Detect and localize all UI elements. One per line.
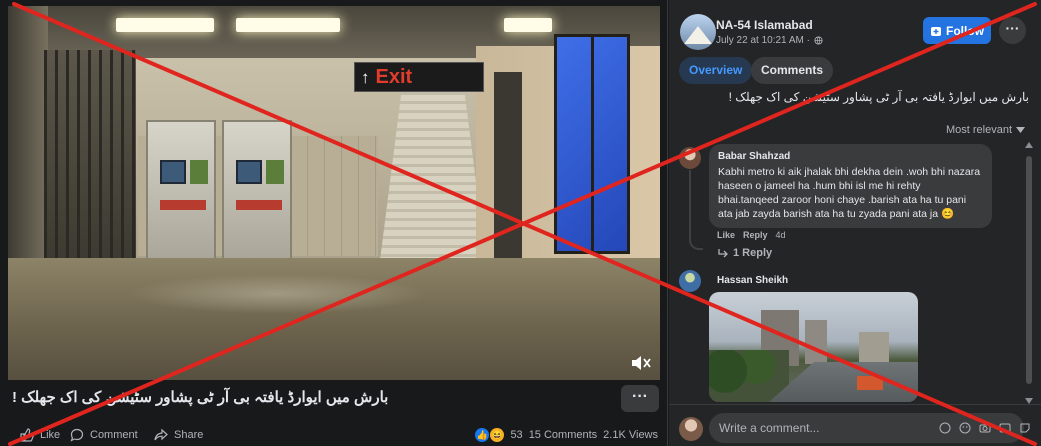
post-stats: 👍 😆 53 15 Comments 2.1K Views: [475, 428, 658, 442]
comment-icon: [70, 428, 84, 442]
comment-actions: Like Reply 4d: [717, 230, 786, 240]
globe-icon: [814, 36, 823, 45]
like-button[interactable]: Like: [20, 428, 60, 442]
composer-icons: [939, 421, 1031, 434]
post-more-button[interactable]: ···: [999, 17, 1026, 44]
add-page-icon: [931, 26, 941, 36]
emoji-icon[interactable]: [959, 421, 971, 434]
thumbs-up-icon: [20, 428, 34, 442]
comments-count[interactable]: 15 Comments: [529, 429, 597, 441]
photo-bus: [857, 376, 883, 390]
view-replies-link[interactable]: 1 Reply: [717, 247, 772, 259]
views-count: 2.1K Views: [603, 429, 658, 441]
replies-count: 1 Reply: [733, 247, 773, 259]
photo-trees: [709, 350, 789, 402]
like-reaction-icon: 👍: [475, 428, 490, 442]
comment-image[interactable]: [709, 292, 918, 402]
video-more-button[interactable]: ···: [621, 385, 659, 412]
video-player[interactable]: ↑ Exit: [8, 6, 660, 380]
comment-bubble: Babar Shahzad Kabhi metro ki aik jhalak …: [709, 144, 992, 228]
reaction-count[interactable]: 53: [510, 429, 522, 441]
haha-reaction-icon: 😆: [490, 428, 505, 442]
post-side-panel: NA-54 Islamabad July 22 at 10:21 AM · Fo…: [669, 0, 1041, 446]
ceiling-light: [504, 18, 552, 32]
photo-road: [769, 362, 918, 402]
comment-author[interactable]: Hassan Sheikh: [717, 275, 788, 286]
video-title-row: بارش میں ایوارڈ یافتہ بی آر ٹی پشاور سٹی…: [0, 380, 668, 418]
comment-composer: [669, 404, 1041, 446]
action-bar: Like Comment Share 👍 😆 53 15 Comments 2.…: [0, 422, 668, 446]
post-timestamp[interactable]: July 22 at 10:21 AM ·: [716, 35, 823, 46]
commenter-avatar[interactable]: [679, 270, 701, 292]
camera-icon[interactable]: [979, 421, 991, 433]
ticket-machine: [146, 120, 216, 260]
comment-timestamp[interactable]: 4d: [776, 230, 786, 240]
tab-comments[interactable]: Comments: [751, 57, 834, 84]
follow-button[interactable]: Follow: [923, 17, 991, 44]
scrollbar-thumb[interactable]: [1026, 156, 1032, 384]
video-scene-ripple: [128, 274, 428, 314]
photo-building: [805, 320, 827, 364]
photo-building: [859, 332, 889, 362]
video-scene-window: [554, 34, 630, 254]
sticker-face-icon[interactable]: [1019, 421, 1031, 433]
sticker-icon[interactable]: [939, 421, 951, 434]
page-avatar[interactable]: [680, 14, 716, 50]
ceiling-light: [236, 18, 340, 32]
post-time-text: July 22 at 10:21 AM ·: [716, 35, 810, 46]
scroll-up-icon[interactable]: [1025, 142, 1033, 148]
exit-sign: ↑ Exit: [354, 62, 484, 92]
like-label: Like: [40, 429, 61, 441]
commenter-avatar[interactable]: [679, 147, 701, 169]
share-icon: [154, 428, 168, 441]
ticket-machine: [222, 120, 292, 260]
reply-arrow-icon: [718, 249, 728, 258]
exit-sign-text: Exit: [375, 65, 413, 88]
post-caption: بارش میں ایوارڈ یافتہ بی آر ٹی پشاور سٹی…: [728, 90, 1029, 104]
video-pane: ↑ Exit بارش میں ایوارڈ یافتہ بی آر ٹی پش…: [0, 0, 668, 446]
reply-thread-line: [689, 170, 703, 250]
gif-icon[interactable]: [999, 421, 1011, 433]
share-label: Share: [174, 429, 204, 441]
comment-like-button[interactable]: Like: [717, 230, 735, 240]
follow-label: Follow: [946, 23, 984, 38]
comment-text: Kabhi metro ki aik jhalak bhi dekha dein…: [718, 166, 981, 220]
caret-down-icon: [1016, 127, 1025, 133]
comment-reply-button[interactable]: Reply: [743, 230, 768, 240]
tab-overview[interactable]: Overview: [679, 57, 753, 84]
video-scene-gate: [44, 50, 136, 260]
comment-sort-dropdown[interactable]: Most relevant: [946, 124, 1025, 136]
ceiling-light: [116, 18, 214, 32]
up-arrow-icon: ↑: [361, 67, 370, 87]
comment-label: Comment: [90, 429, 138, 441]
comment-button[interactable]: Comment: [70, 428, 138, 442]
comments-scrollbar[interactable]: [1025, 142, 1033, 404]
mute-icon[interactable]: [630, 354, 652, 372]
page-name[interactable]: NA-54 Islamabad: [716, 18, 813, 32]
user-avatar: [679, 417, 703, 441]
share-button[interactable]: Share: [154, 428, 203, 442]
comment-author[interactable]: Babar Shahzad: [718, 151, 983, 162]
sort-label: Most relevant: [945, 124, 1012, 136]
video-title: بارش میں ایوارڈ یافتہ بی آر ٹی پشاور سٹی…: [12, 389, 389, 406]
